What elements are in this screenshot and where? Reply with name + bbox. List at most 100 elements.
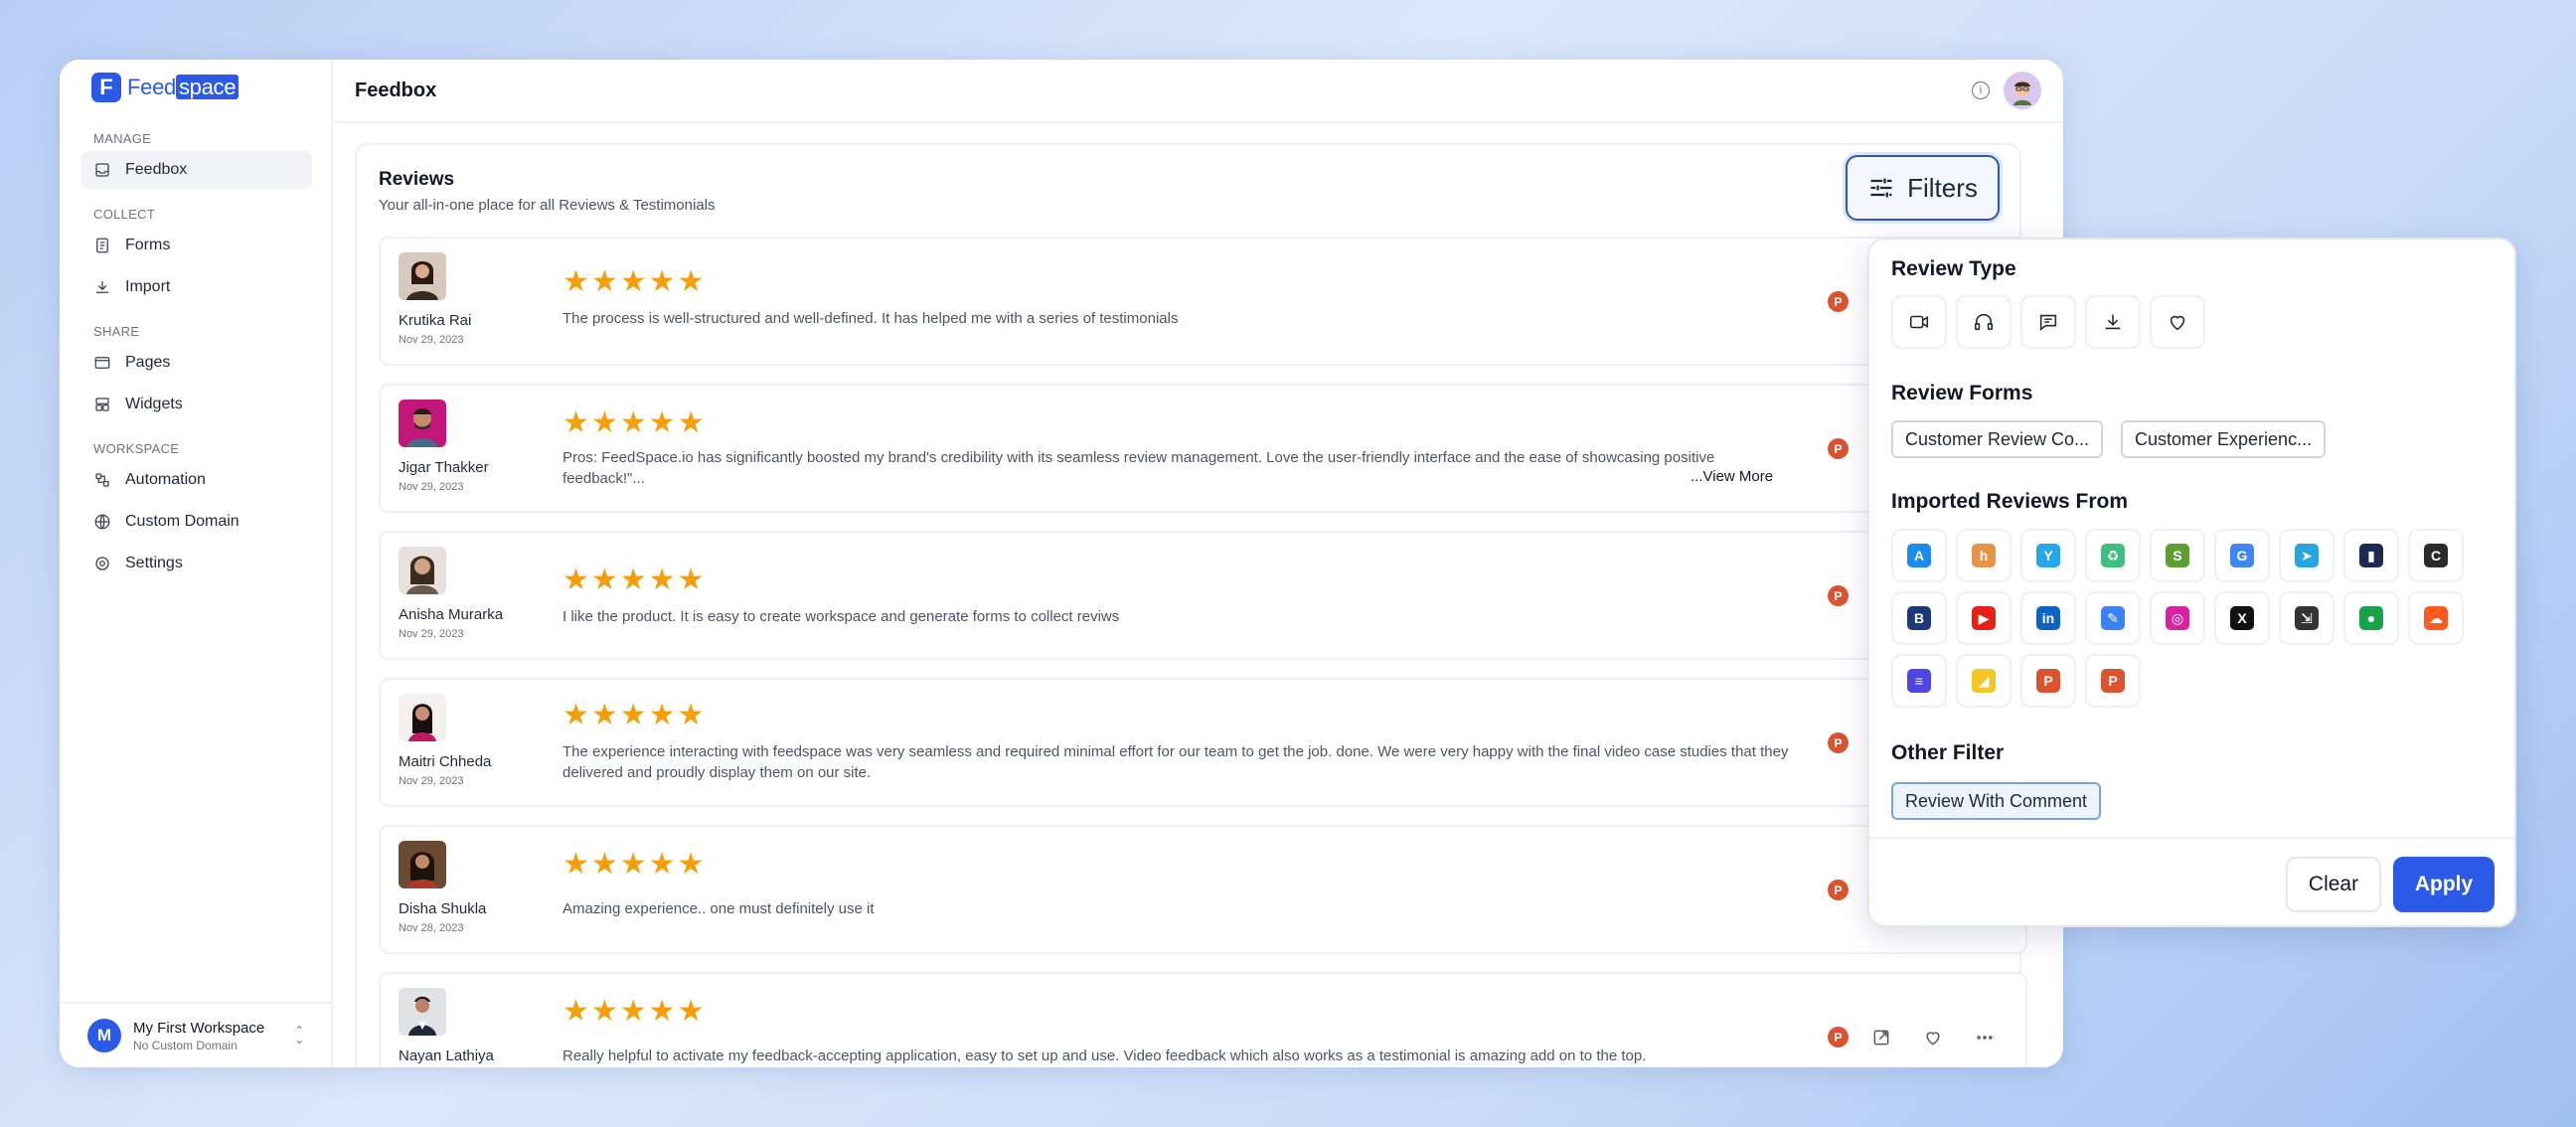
globe-icon — [94, 514, 110, 530]
feedspace-logo[interactable]: F Feed space — [91, 73, 240, 102]
sidebar-item-settings[interactable]: Settings — [81, 545, 312, 582]
import-source-filter[interactable]: ▮ — [2343, 529, 2399, 582]
sidebar-item-import[interactable]: Import — [81, 268, 312, 306]
open-external-icon[interactable] — [1871, 1028, 1891, 1047]
heart-icon[interactable] — [1923, 1028, 1943, 1047]
import-source-filter[interactable]: Y — [2020, 529, 2076, 582]
shopify-icon: S — [2166, 544, 2189, 567]
sidebar-item-widgets[interactable]: Widgets — [81, 386, 312, 423]
import-source-filter[interactable]: C — [2408, 529, 2464, 582]
import-source-filter[interactable]: G — [2214, 529, 2270, 582]
review-form-chip[interactable]: Customer Review Co... — [1891, 420, 2104, 458]
import-source-filter[interactable]: ◎ — [2150, 591, 2205, 645]
filters-button[interactable]: Filters — [1846, 155, 2000, 221]
reviewer-name: Nayan Lathiya — [399, 1047, 494, 1064]
automation-icon — [95, 473, 109, 487]
import-source-filter[interactable]: ➤ — [2279, 529, 2334, 582]
review-text: The process is well-structured and well-… — [563, 310, 1179, 327]
workspace-switcher[interactable]: M My First Workspace No Custom Domain ⌃ ⌄ — [60, 1002, 333, 1067]
sidebar-item-feedbox[interactable]: Feedbox — [81, 151, 312, 189]
import-source-filter[interactable]: A — [1891, 529, 1947, 582]
cheese-icon: ◢ — [1972, 669, 1996, 693]
import-source-filter[interactable]: ▶ — [1956, 591, 2012, 645]
review-card[interactable]: Disha Shukla Nov 28, 2023 ★★★★★ Amazing … — [379, 825, 2027, 954]
page-icon — [94, 357, 110, 369]
youtube-icon: ▶ — [1972, 606, 1996, 630]
sidebar-item-forms[interactable]: Forms — [81, 227, 312, 264]
import-source-filter[interactable]: P — [2085, 654, 2141, 708]
producthunt-badge-icon: P — [1828, 1027, 1849, 1047]
review-date: Nov 29, 2023 — [399, 628, 464, 640]
reviewer-avatar — [399, 252, 446, 300]
other-filter-heading: Other Filter — [1891, 741, 2005, 764]
sidebar: F Feed space MANAGE Feedbox COLLECT Forms… — [60, 60, 333, 1067]
review-card[interactable]: Krutika Rai Nov 29, 2023 ★★★★★ The proce… — [379, 237, 2027, 366]
sidebar-item-pages[interactable]: Pages — [81, 344, 312, 382]
import-source-filter[interactable]: P — [2020, 654, 2076, 708]
view-more-link[interactable]: ...View More — [1690, 468, 1773, 485]
sidebar-item-automation[interactable]: Automation — [81, 461, 312, 499]
logo-text: Feed space — [127, 75, 240, 100]
review-date: Nov 29, 2023 — [399, 334, 464, 346]
paper-plane-icon: ➤ — [2295, 544, 2319, 567]
review-form-chip[interactable]: Customer Experienc... — [2121, 420, 2327, 458]
liked-review-filter[interactable] — [2150, 295, 2205, 349]
import-source-filter[interactable]: ⇲ — [2279, 591, 2334, 645]
review-card[interactable]: Jigar Thakker Nov 29, 2023 ★★★★★ Pros: F… — [379, 384, 2027, 513]
form-icon — [96, 238, 108, 253]
info-icon[interactable]: i — [1972, 81, 1990, 99]
linkedin-icon: in — [2036, 606, 2060, 630]
review-date: Nov 29, 2023 — [399, 481, 464, 493]
producthunt-badge-icon: P — [1828, 732, 1849, 753]
review-text: Really helpful to activate my feedback-a… — [563, 1047, 1647, 1064]
import-source-filter[interactable]: B — [1891, 591, 1947, 645]
reviews-panel: Reviews Your all-in-one place for all Re… — [355, 143, 2027, 1067]
workspace-avatar: M — [87, 1019, 121, 1052]
sliders-icon — [1870, 178, 1892, 198]
review-card[interactable]: Maitri Chheda Nov 29, 2023 ★★★★★ The exp… — [379, 678, 2027, 807]
reviewer-avatar — [399, 694, 446, 741]
video-review-filter[interactable] — [1891, 295, 1947, 349]
divider — [1869, 837, 2514, 839]
booking-icon: B — [1907, 606, 1931, 630]
text-review-filter[interactable] — [2020, 295, 2076, 349]
import-source-filter[interactable]: S — [2150, 529, 2205, 582]
video-icon — [1909, 315, 1929, 329]
reviewer-avatar — [399, 400, 446, 447]
review-date: Nov 28, 2023 — [399, 922, 464, 934]
import-source-filter[interactable]: ☁ — [2408, 591, 2464, 645]
workspace-domain: No Custom Domain — [133, 1038, 238, 1052]
review-card[interactable]: Anisha Murarka Nov 29, 2023 ★★★★★ I like… — [379, 531, 2027, 660]
import-source-options: Ah Y ♻ S G ➤ ▮ C B ▶ in ✎ ◎ X ⇲ ● ☁ ≡ ◢ P P — [1891, 529, 2488, 708]
rating-stars: ★★★★★ — [563, 848, 707, 881]
audio-review-filter[interactable] — [1956, 295, 2012, 349]
rating-stars: ★★★★★ — [563, 406, 707, 439]
review-actions — [1871, 1028, 1995, 1047]
review-with-comment-chip[interactable]: Review With Comment — [1891, 782, 2102, 820]
import-source-filter[interactable]: ≡ — [1891, 654, 1947, 708]
import-source-filter[interactable]: ✎ — [2085, 591, 2141, 645]
import-source-filter[interactable]: in — [2020, 591, 2076, 645]
import-source-filter[interactable]: ◢ — [1956, 654, 2012, 708]
gear-icon — [95, 557, 109, 570]
user-avatar[interactable] — [2004, 72, 2041, 109]
import-source-filter[interactable]: ● — [2343, 591, 2399, 645]
apply-button[interactable]: Apply — [2393, 857, 2495, 912]
review-card[interactable]: Nayan Lathiya ★★★★★ Really helpful to ac… — [379, 972, 2027, 1067]
reviews-title: Reviews — [379, 169, 455, 190]
recycle-icon: ♻ — [2101, 544, 2125, 567]
imported-reviews-heading: Imported Reviews From — [1891, 490, 2129, 513]
houzz-icon: h — [1972, 544, 1996, 567]
producthunt-icon-1: P — [2036, 669, 2060, 693]
rating-stars: ★★★★★ — [563, 699, 707, 731]
import-source-filter[interactable]: h — [1956, 529, 2012, 582]
more-icon[interactable] — [1975, 1028, 1995, 1047]
review-forms-heading: Review Forms — [1891, 382, 2033, 404]
import-source-filter[interactable]: ♻ — [2085, 529, 2141, 582]
imported-review-filter[interactable] — [2085, 295, 2141, 349]
form-edit-icon: ✎ — [2101, 606, 2125, 630]
import-source-filter[interactable]: X — [2214, 591, 2270, 645]
sidebar-item-custom-domain[interactable]: Custom Domain — [81, 503, 312, 541]
clear-button[interactable]: Clear — [2286, 857, 2381, 912]
capterra-icon: Y — [2036, 544, 2060, 567]
